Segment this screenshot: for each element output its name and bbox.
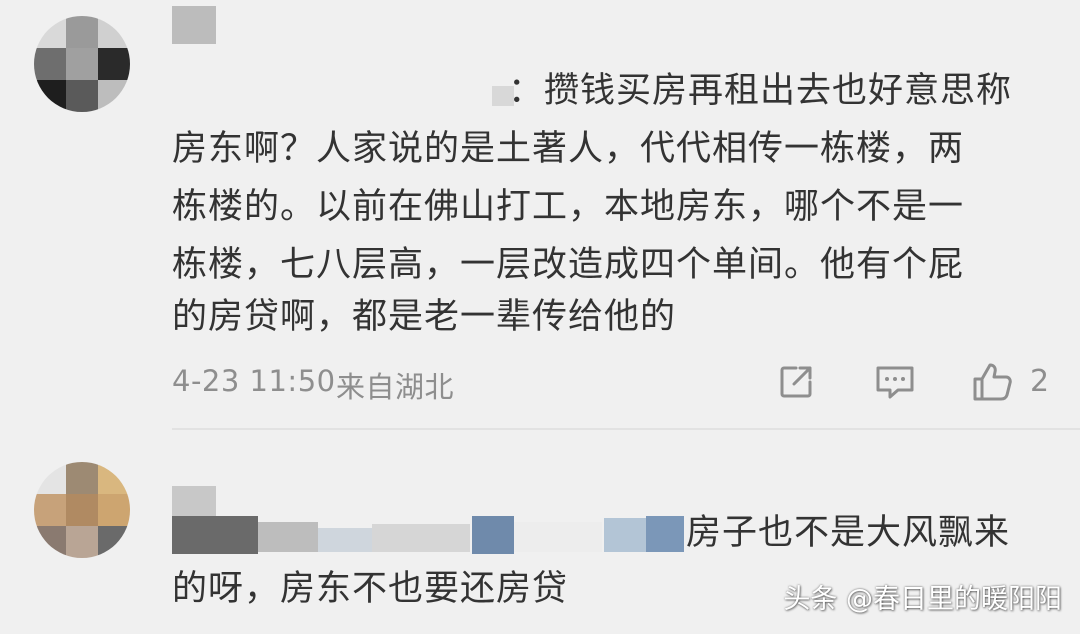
comment-location: 来自湖北 [336,370,455,404]
comment-timestamp: 4-23 11:50 [172,364,336,398]
comment-line: 的房贷啊，都是老一辈传给他的 [172,297,677,337]
comment-line: 栋楼的。以前在佛山打工，本地房东，哪个不是一 [172,187,965,227]
username-redacted[interactable] [172,6,216,44]
watermark: 头条 @春日里的暖阳阳 [783,584,1062,615]
comment-line: ：攒钱买房再租出去也好意思称 [508,71,1013,111]
divider [172,428,1080,430]
comment-line: 栋楼，七八层高，一层改造成四个单间。他有个屁 [172,245,965,285]
comment-line: 房子也不是大风飘来 [686,513,1011,553]
avatar[interactable] [34,16,130,112]
like-count: 2 [1030,364,1050,399]
comment-line: 的呀，房东不也要还房贷 [172,569,569,609]
comment-icon[interactable] [874,362,916,402]
comment-line: 房东啊？人家说的是土著人，代代相传一栋楼，两 [172,129,965,169]
share-icon[interactable] [776,362,816,402]
like-icon[interactable] [970,360,1014,404]
avatar[interactable] [34,462,130,558]
